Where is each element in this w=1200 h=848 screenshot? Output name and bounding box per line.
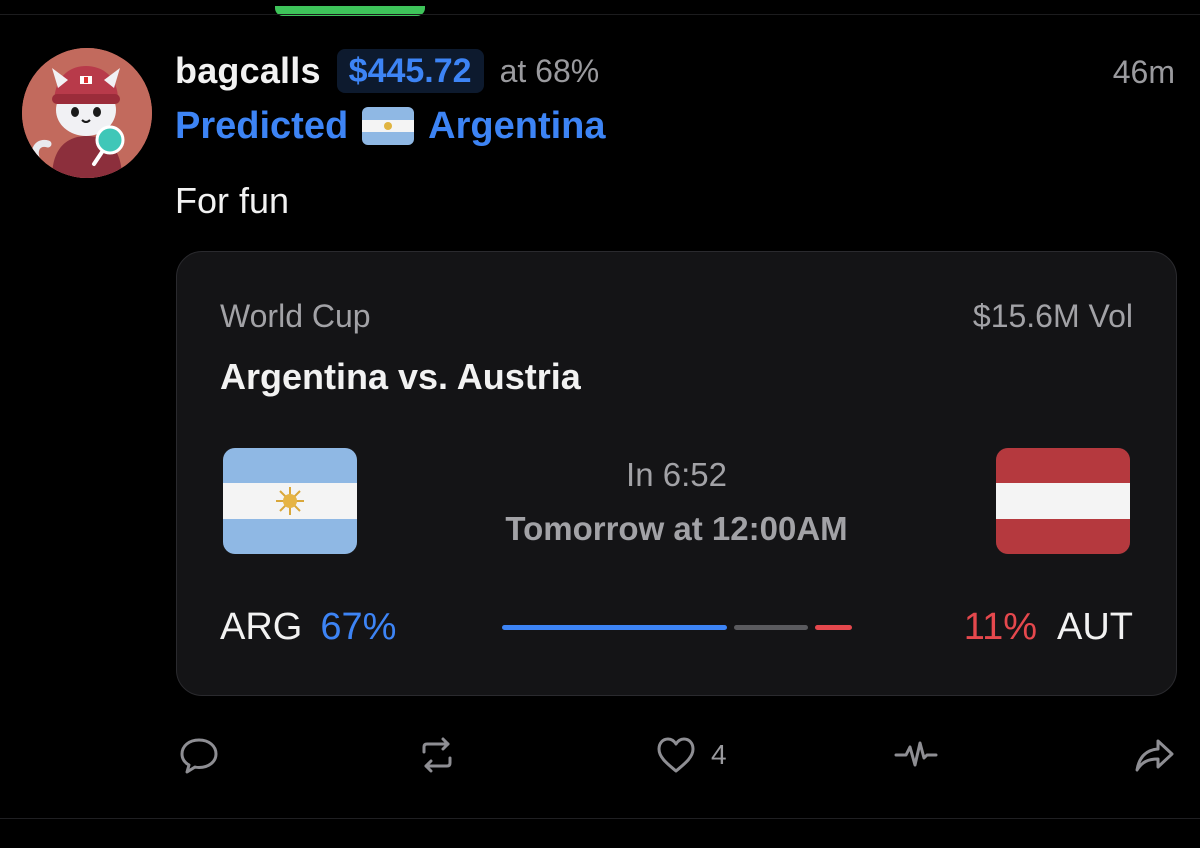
cat-avatar-icon [22,48,152,178]
odds-at-text: at 68% [499,52,600,89]
predicted-label: Predicted [175,104,349,147]
probability-bar [502,625,852,630]
prediction-line: Predicted Argentina [175,103,606,149]
market-card[interactable]: World Cup $15.6M Vol Argentina vs. Austr… [176,251,1177,696]
username[interactable]: bagcalls [175,50,321,92]
share-button[interactable] [1132,730,1178,780]
activity-button[interactable] [893,730,939,780]
austria-flag-icon [996,448,1130,554]
repost-button[interactable] [414,730,460,780]
bet-amount-badge: $445.72 [336,49,484,93]
post-header: bagcalls $445.72 at 68% [175,48,599,94]
activity-icon [894,741,938,767]
like-count: 4 [711,739,727,770]
timestamp: 46m [1112,54,1175,90]
bottom-divider [0,818,1200,819]
home-team-pct: 67% [320,606,397,648]
avatar[interactable] [22,48,152,178]
market-title: Argentina vs. Austria [220,356,581,397]
prob-segment-home [502,625,728,630]
home-team-abbr: ARG [220,606,303,648]
prob-segment-draw [734,625,809,630]
post-body-text: For fun [175,180,290,221]
away-team-odds[interactable]: 11% AUT [964,606,1133,649]
action-bar: 4 [0,730,1200,780]
post: bagcalls $445.72 at 68% 46m Predicted Ar… [0,0,1200,848]
share-icon [1135,739,1174,772]
like-button[interactable]: 4 [653,730,727,780]
away-team-abbr: AUT [1057,606,1133,648]
repost-icon [422,737,452,773]
market-league: World Cup [220,298,371,334]
predicted-team: Argentina [428,104,606,147]
market-volume: $15.6M Vol [972,298,1133,334]
home-team-odds[interactable]: ARG 67% [220,606,396,649]
comment-icon [180,738,218,774]
heart-icon [657,737,695,773]
away-team-pct: 11% [963,606,1037,648]
reply-button[interactable] [176,730,222,780]
prob-segment-away [815,625,852,630]
argentina-flag-icon [362,107,415,145]
